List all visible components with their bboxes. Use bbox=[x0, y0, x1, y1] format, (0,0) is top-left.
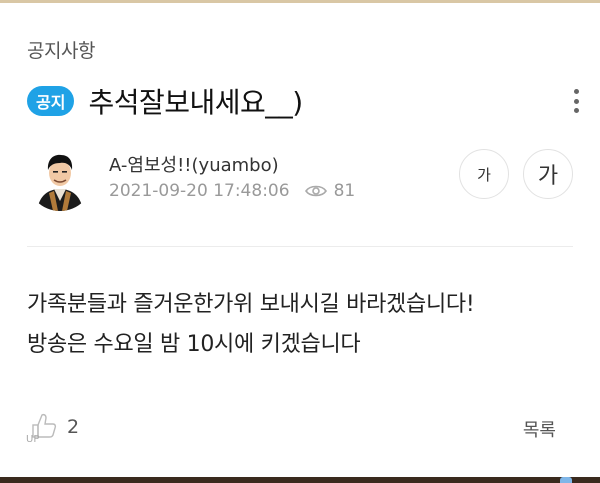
post-title-row: 공지 추석잘보내세요__) bbox=[27, 81, 580, 121]
post-date: 2021-09-20 17:48:06 bbox=[109, 181, 290, 201]
notice-badge: 공지 bbox=[27, 86, 75, 116]
post-title: 추석잘보내세요__) bbox=[88, 86, 303, 119]
more-vertical-icon[interactable] bbox=[564, 85, 588, 117]
svg-text:UP: UP bbox=[26, 434, 39, 443]
like-button[interactable]: UP 2 bbox=[25, 411, 79, 443]
post-meta: 2021-09-20 17:48:06 81 bbox=[109, 181, 355, 201]
bottom-bar-tab bbox=[560, 477, 572, 483]
font-size-large-button[interactable]: 가 bbox=[523, 149, 573, 199]
eye-icon bbox=[304, 185, 327, 197]
board-category[interactable]: 공지사항 bbox=[27, 36, 95, 63]
divider bbox=[27, 246, 573, 247]
font-size-small-button[interactable]: 가 bbox=[459, 149, 509, 199]
post-body-line: 가족분들과 즐거운한가위 보내시길 바라겠습니다! bbox=[27, 292, 475, 317]
bottom-bar bbox=[0, 477, 600, 483]
post-body: 가족분들과 즐거운한가위 보내시길 바라겠습니다! 방송은 수요일 밤 10시에… bbox=[27, 285, 580, 365]
author-row: A-염보성!!(yuambo) 2021-09-20 17:48:06 81 가… bbox=[27, 145, 573, 211]
post-body-line: 방송은 수요일 밤 10시에 키겠습니다 bbox=[27, 332, 361, 357]
like-icon: UP bbox=[26, 413, 57, 443]
list-button[interactable]: 목록 bbox=[523, 416, 556, 442]
like-count: 2 bbox=[67, 416, 80, 438]
avatar[interactable] bbox=[27, 145, 93, 211]
author-name[interactable]: A-염보성!!(yuambo) bbox=[109, 151, 279, 177]
post-view: 공지사항 공지 추석잘보내세요__) A-염보성!!(yuambo) 2021-… bbox=[0, 0, 600, 483]
view-count: 81 bbox=[333, 181, 356, 201]
